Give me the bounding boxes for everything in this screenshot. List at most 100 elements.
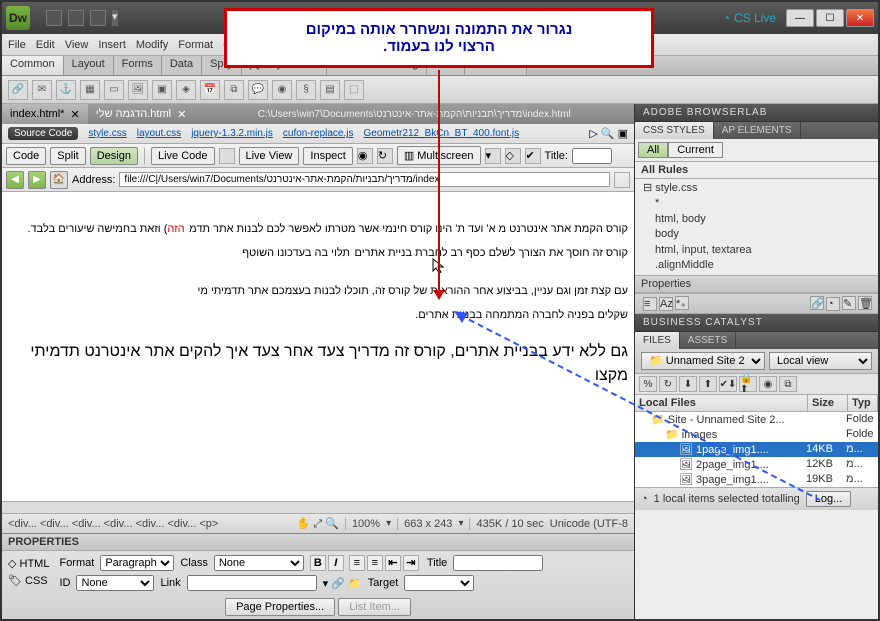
paragraph[interactable]: קורס הקמת אתר אינטרנט מ א' ועד ת' הינו ק… [8, 216, 628, 264]
business-catalyst-header[interactable]: BUSINESS CATALYST [635, 314, 878, 332]
file-tree[interactable]: Site - Unnamed Site 2...Folde imagesFold… [635, 412, 878, 487]
image-icon[interactable]: 🖼 [128, 80, 148, 100]
check-icon[interactable]: ✔ [525, 148, 541, 164]
media-icon[interactable]: ▣ [152, 80, 172, 100]
email-icon[interactable]: ✉ [32, 80, 52, 100]
menu-modify[interactable]: Modify [136, 39, 168, 51]
related-file[interactable]: Geometr212_BkCn_BT_400.font.js [363, 128, 519, 139]
tab-common[interactable]: Common [2, 56, 64, 75]
home-icon[interactable]: 🏠 [50, 171, 68, 189]
menu-file[interactable]: File [8, 39, 26, 51]
back-icon[interactable]: ◀ [6, 171, 24, 189]
source-code-button[interactable]: Source Code [8, 127, 78, 140]
widget-icon[interactable]: ◈ [176, 80, 196, 100]
go-icon[interactable] [614, 172, 630, 188]
connect-icon[interactable]: % [639, 376, 657, 392]
inspect-button[interactable]: Inspect [303, 147, 352, 165]
table-icon[interactable]: ▦ [80, 80, 100, 100]
tab-data[interactable]: Data [162, 56, 202, 75]
related-file[interactable]: jquery-1.3.2.min.js [191, 128, 273, 139]
browser-icon[interactable]: ◉ [357, 148, 373, 164]
tag-selector[interactable]: <div... <div... <div... <div... <div... … [8, 518, 218, 530]
title-input[interactable] [572, 148, 612, 164]
livecode-opts-icon[interactable] [219, 148, 235, 164]
target-select[interactable] [404, 575, 474, 591]
css-view-icons[interactable]: ≡Aᴢ*₊ [641, 296, 689, 311]
tab-forms[interactable]: Forms [114, 56, 162, 75]
title-input-prop[interactable] [453, 555, 543, 571]
tab-layout[interactable]: Layout [64, 56, 114, 75]
view-select[interactable]: Local view [769, 352, 872, 370]
liveview-button[interactable]: Live View [239, 147, 300, 165]
comment-icon[interactable]: 💬 [248, 80, 268, 100]
related-file[interactable]: layout.css [137, 128, 181, 139]
anchor-icon[interactable]: ⚓ [56, 80, 76, 100]
design-button[interactable]: Design [90, 147, 138, 165]
paragraph[interactable]: עם קצת זמן וגם עניין, בביצוע אחר ההוראות… [8, 278, 628, 326]
checkin-icon[interactable]: 🔒⬆ [739, 376, 757, 392]
class-select[interactable]: None [214, 555, 304, 571]
maximize-button[interactable]: ☐ [816, 9, 844, 27]
col-local-files[interactable]: Local Files [635, 395, 808, 411]
paragraph[interactable]: גם ללא ידע בבניית אתרים, קורס זה מדריך צ… [8, 340, 628, 388]
menu-insert[interactable]: Insert [98, 39, 126, 51]
assets-tab[interactable]: ASSETS [680, 332, 736, 349]
properties-header[interactable]: PROPERTIES [2, 534, 634, 551]
list-item-button[interactable]: List Item... [338, 598, 411, 616]
head-icon[interactable]: ◉ [272, 80, 292, 100]
minimize-button[interactable]: — [786, 9, 814, 27]
all-button[interactable]: All [638, 142, 668, 158]
put-icon[interactable]: ⬆ [699, 376, 717, 392]
doctab-index[interactable]: index.html* ✕ [2, 104, 88, 124]
files-tab[interactable]: FILES [635, 332, 680, 349]
layout-mode-icons[interactable]: ▾ [46, 10, 118, 26]
checkout-icon[interactable]: ✔⬇ [719, 376, 737, 392]
css-action-icons[interactable]: 🔗◔✎🗑 [808, 296, 872, 311]
browserlab-panel-header[interactable]: ADOBE BROWSERLAB [635, 104, 878, 122]
file-row-selected[interactable]: 1page_img1....14KBמ... [635, 442, 878, 457]
zoom-value[interactable]: 100% [352, 518, 380, 530]
forward-icon[interactable]: ▶ [28, 171, 46, 189]
css-styles-tab[interactable]: CSS STYLES [635, 122, 714, 139]
col-type[interactable]: Typ [848, 395, 878, 411]
page-properties-button[interactable]: Page Properties... [225, 598, 335, 616]
ap-elements-tab[interactable]: AP ELEMENTS [714, 122, 801, 139]
current-button[interactable]: Current [668, 142, 723, 158]
code-button[interactable]: Code [6, 147, 46, 165]
text-format-icons[interactable]: BI ≡≡⇤⇥ [310, 555, 421, 571]
close-button[interactable]: ✕ [846, 9, 874, 27]
site-select[interactable]: 📁 Unnamed Site 2 [641, 352, 765, 370]
sync-icon[interactable]: ◉ [759, 376, 777, 392]
menu-format[interactable]: Format [178, 39, 213, 51]
menu-view[interactable]: View [65, 39, 89, 51]
id-select[interactable]: None [76, 575, 154, 591]
visual-aids-icon[interactable]: ◇ [505, 148, 521, 164]
div-icon[interactable]: ▭ [104, 80, 124, 100]
address-input[interactable] [119, 172, 610, 187]
log-button[interactable]: Log... [806, 491, 852, 507]
expand-icon[interactable]: ⧉ [779, 376, 797, 392]
refresh-icon[interactable]: ↻ [377, 148, 393, 164]
tag-icon[interactable]: ⬚ [344, 80, 364, 100]
livecode-button[interactable]: Live Code [151, 147, 215, 165]
col-size[interactable]: Size [808, 395, 848, 411]
css-rules-tree[interactable]: ⊟ style.css * html, body body html, inpu… [635, 179, 878, 275]
script-icon[interactable]: § [296, 80, 316, 100]
related-file[interactable]: cufon-replace.js [283, 128, 354, 139]
cs-live-button[interactable]: CS Live [723, 11, 776, 25]
ssi-icon[interactable]: ⧉ [224, 80, 244, 100]
menu-edit[interactable]: Edit [36, 39, 55, 51]
hyperlink-icon[interactable]: 🔗 [8, 80, 28, 100]
link-input[interactable] [187, 575, 317, 591]
date-icon[interactable]: 📅 [200, 80, 220, 100]
refresh-icon[interactable]: ↻ [659, 376, 677, 392]
get-icon[interactable]: ⬇ [679, 376, 697, 392]
related-file[interactable]: style.css [88, 128, 126, 139]
props-css-tab[interactable]: 🏷 CSS [8, 574, 49, 587]
doctab-demo[interactable]: הדגמה שלי.html ✕ [88, 104, 195, 124]
opts-icon[interactable]: ▾ [485, 148, 501, 164]
props-html-tab[interactable]: ◇ HTML [8, 557, 49, 570]
document-canvas[interactable]: קורס הקמת אתר אינטרנט מ א' ועד ת' הינו ק… [2, 192, 634, 501]
split-button[interactable]: Split [50, 147, 85, 165]
zoom-tools[interactable]: ✋ ⤢ 🔍 [297, 517, 339, 531]
